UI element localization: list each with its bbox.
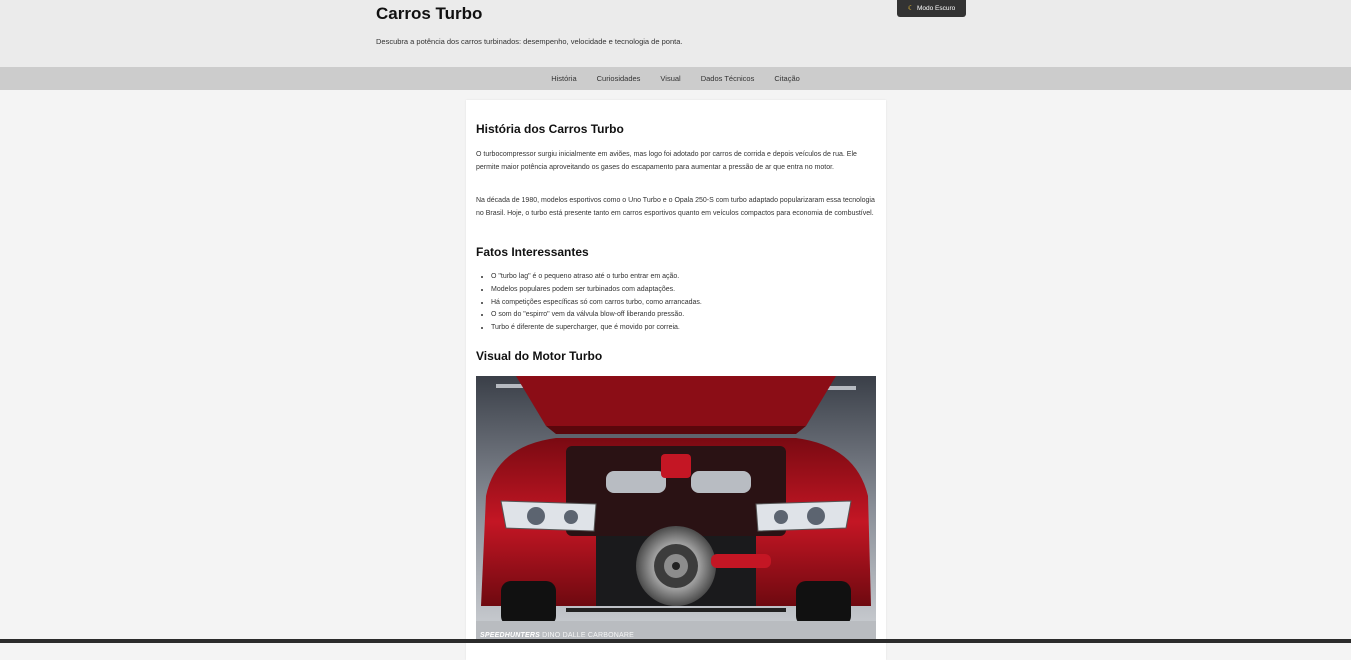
- main-content: História dos Carros Turbo O turbocompres…: [466, 100, 886, 660]
- site-header: Carros Turbo Descubra a potência dos car…: [0, 0, 1351, 67]
- history-paragraph-2: Na década de 1980, modelos esportivos co…: [476, 197, 875, 217]
- list-item: Há competições específicas só com carros…: [491, 297, 871, 310]
- history-heading: História dos Carros Turbo: [476, 122, 624, 136]
- history-paragraph-1: O turbocompressor surgiu inicialmente em…: [476, 151, 857, 171]
- dark-mode-button[interactable]: ☾ Modo Escuro: [897, 0, 966, 17]
- watermark-brand: SPEEDHUNTERS: [480, 632, 540, 639]
- list-item: Turbo é diferente de supercharger, que é…: [491, 322, 871, 335]
- watermark-photographer: DINO DALLE CARBONARE: [542, 632, 635, 639]
- visual-heading: Visual do Motor Turbo: [476, 349, 603, 363]
- bottom-bar: [0, 639, 1351, 643]
- list-item: O som do "espirro" vem da válvula blow-o…: [491, 309, 871, 322]
- list-item: O "turbo lag" é o pequeno atraso até o t…: [491, 271, 871, 284]
- page-subtitle: Descubra a potência dos carros turbinado…: [376, 37, 683, 46]
- dark-mode-label: Modo Escuro: [916, 5, 956, 12]
- moon-icon: ☾: [907, 5, 914, 12]
- nav-link-historia[interactable]: História: [551, 74, 576, 83]
- facts-heading: Fatos Interessantes: [476, 245, 589, 259]
- list-item: Modelos populares podem ser turbinados c…: [491, 284, 871, 297]
- turbo-engine-image: SPEEDHUNTERS DINO DALLE CARBONARE: [476, 376, 876, 641]
- nav-link-curiosidades[interactable]: Curiosidades: [597, 74, 641, 83]
- photo-watermark: SPEEDHUNTERS DINO DALLE CARBONARE: [480, 632, 634, 639]
- turbo-engine-illustration: [476, 376, 876, 641]
- nav-link-dados-tecnicos[interactable]: Dados Técnicos: [701, 74, 755, 83]
- page-title: Carros Turbo: [376, 4, 483, 23]
- nav-link-visual[interactable]: Visual: [660, 74, 680, 83]
- main-nav: História Curiosidades Visual Dados Técni…: [0, 67, 1351, 90]
- facts-list: O "turbo lag" é o pequeno atraso até o t…: [491, 271, 871, 335]
- nav-link-citacao[interactable]: Citação: [774, 74, 799, 83]
